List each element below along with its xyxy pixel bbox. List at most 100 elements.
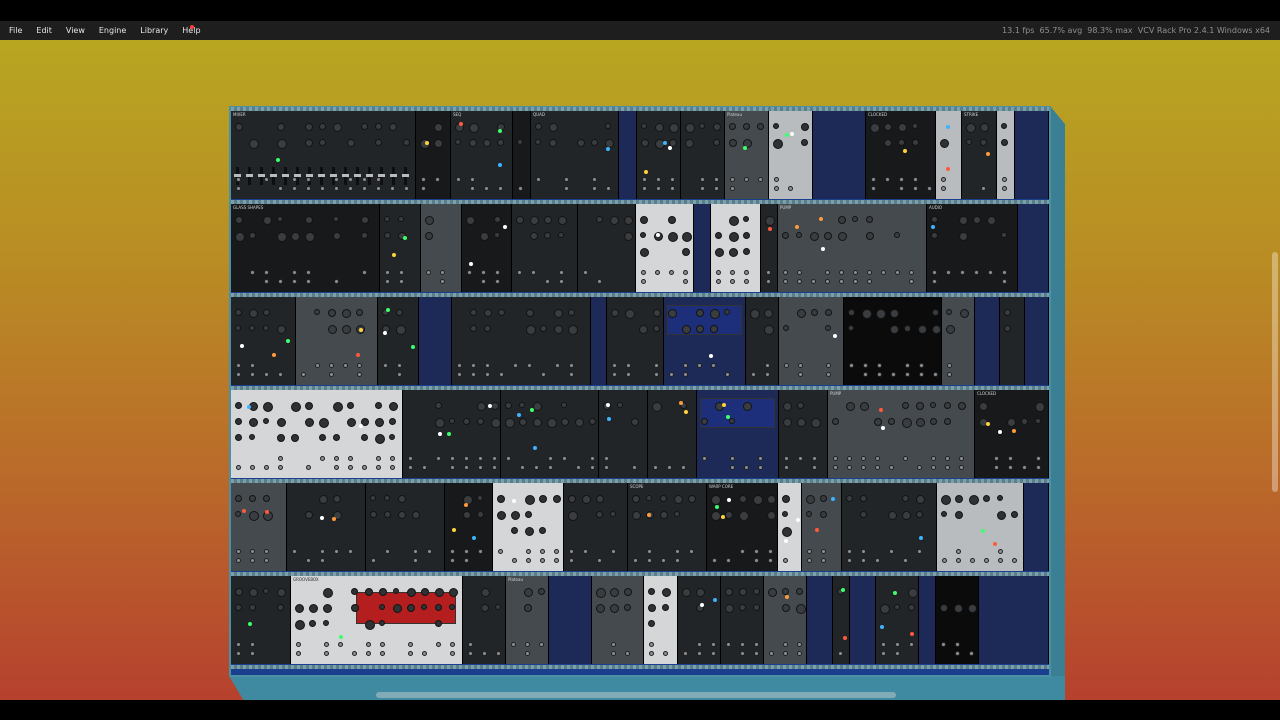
patch-jack[interactable] [903, 558, 908, 563]
knob-control[interactable] [640, 248, 649, 257]
knob-control[interactable] [916, 402, 924, 410]
knob-control[interactable] [797, 418, 806, 427]
patch-jack[interactable] [536, 177, 541, 182]
knob-control[interactable] [235, 232, 245, 242]
knob-control[interactable] [912, 139, 919, 146]
knob-control[interactable] [743, 123, 750, 130]
rack-module[interactable] [1000, 297, 1025, 385]
patch-jack[interactable] [526, 549, 531, 554]
knob-control[interactable] [632, 511, 641, 520]
knob-control[interactable] [277, 588, 286, 597]
knob-control[interactable] [407, 604, 415, 612]
patch-jack[interactable] [292, 279, 297, 284]
patch-jack[interactable] [236, 558, 241, 563]
knob-control[interactable] [646, 495, 652, 501]
patch-jack[interactable] [683, 651, 688, 656]
patch-jack[interactable] [436, 456, 441, 461]
patch-jack[interactable] [981, 186, 986, 191]
knob-control[interactable] [333, 402, 343, 412]
knob-control[interactable] [916, 495, 925, 504]
knob-control[interactable] [519, 402, 525, 408]
knob-control[interactable] [782, 511, 788, 517]
knob-control[interactable] [954, 604, 963, 613]
patch-jack[interactable] [839, 270, 844, 275]
rack-module[interactable]: SCOPE [628, 483, 707, 571]
knob-control[interactable] [713, 139, 720, 146]
patch-jack[interactable] [895, 270, 900, 275]
knob-control[interactable] [389, 123, 397, 131]
patch-jack[interactable] [380, 642, 385, 647]
knob-control[interactable] [662, 588, 671, 597]
knob-control[interactable] [235, 325, 241, 331]
patch-jack[interactable] [663, 651, 668, 656]
patch-jack[interactable] [871, 186, 876, 191]
patch-jack[interactable] [1002, 270, 1007, 275]
patch-jack[interactable] [498, 549, 503, 554]
empty-rack-slot[interactable] [979, 576, 1049, 664]
rack-module[interactable] [421, 204, 462, 292]
patch-jack[interactable] [633, 558, 638, 563]
knob-control[interactable] [898, 139, 905, 146]
patch-jack[interactable] [716, 279, 721, 284]
knob-control[interactable] [888, 418, 895, 425]
knob-control[interactable] [757, 123, 764, 130]
fader-slider[interactable] [330, 167, 337, 185]
empty-rack-slot[interactable] [549, 576, 592, 664]
knob-control[interactable] [361, 232, 368, 239]
knob-control[interactable] [725, 604, 734, 613]
patch-jack[interactable] [931, 456, 936, 461]
patch-jack[interactable] [730, 270, 735, 275]
patch-jack[interactable] [744, 465, 749, 470]
patch-jack[interactable] [296, 651, 301, 656]
knob-control[interactable] [832, 418, 839, 425]
knob-control[interactable] [575, 418, 584, 427]
knob-control[interactable] [596, 511, 603, 518]
knob-control[interactable] [319, 123, 326, 130]
knob-control[interactable] [701, 418, 708, 425]
knob-control[interactable] [931, 232, 938, 239]
knob-control[interactable] [466, 216, 475, 225]
rack-module[interactable] [942, 297, 975, 385]
menu-help[interactable]: Help [175, 21, 207, 40]
knob-control[interactable] [319, 418, 329, 428]
knob-control[interactable] [660, 511, 668, 519]
knob-control[interactable] [435, 402, 442, 409]
patch-jack[interactable] [348, 177, 353, 182]
knob-control[interactable] [890, 325, 899, 334]
knob-control[interactable] [729, 123, 736, 130]
patch-jack[interactable] [334, 279, 339, 284]
knob-control[interactable] [361, 216, 369, 224]
patch-jack[interactable] [959, 465, 964, 470]
patch-jack[interactable] [548, 465, 553, 470]
knob-control[interactable] [825, 325, 831, 331]
patch-jack[interactable] [495, 279, 500, 284]
patch-jack[interactable] [1002, 177, 1007, 182]
knob-control[interactable] [554, 325, 563, 334]
knob-control[interactable] [958, 402, 966, 410]
knob-control[interactable] [902, 402, 909, 409]
patch-jack[interactable] [946, 270, 951, 275]
menu-library[interactable]: Library [133, 21, 175, 40]
patch-jack[interactable] [540, 558, 545, 563]
rack-module[interactable] [833, 576, 850, 664]
patch-jack[interactable] [919, 363, 924, 368]
patch-jack[interactable] [506, 456, 511, 461]
patch-jack[interactable] [821, 558, 826, 563]
patch-jack[interactable] [352, 651, 357, 656]
knob-control[interactable] [398, 216, 404, 222]
knob-control[interactable] [561, 418, 569, 426]
knob-control[interactable] [894, 232, 900, 238]
rack-module[interactable] [513, 111, 531, 199]
patch-jack[interactable] [769, 651, 774, 656]
patch-jack[interactable] [569, 363, 574, 368]
rack-module[interactable] [378, 297, 419, 385]
knob-control[interactable] [540, 325, 547, 332]
knob-control[interactable] [407, 588, 416, 597]
patch-jack[interactable] [236, 642, 241, 647]
patch-jack[interactable] [348, 465, 353, 470]
patch-jack[interactable] [478, 549, 483, 554]
knob-control[interactable] [347, 402, 354, 409]
knob-control[interactable] [319, 495, 328, 504]
knob-control[interactable] [375, 123, 382, 130]
patch-jack[interactable] [988, 270, 993, 275]
